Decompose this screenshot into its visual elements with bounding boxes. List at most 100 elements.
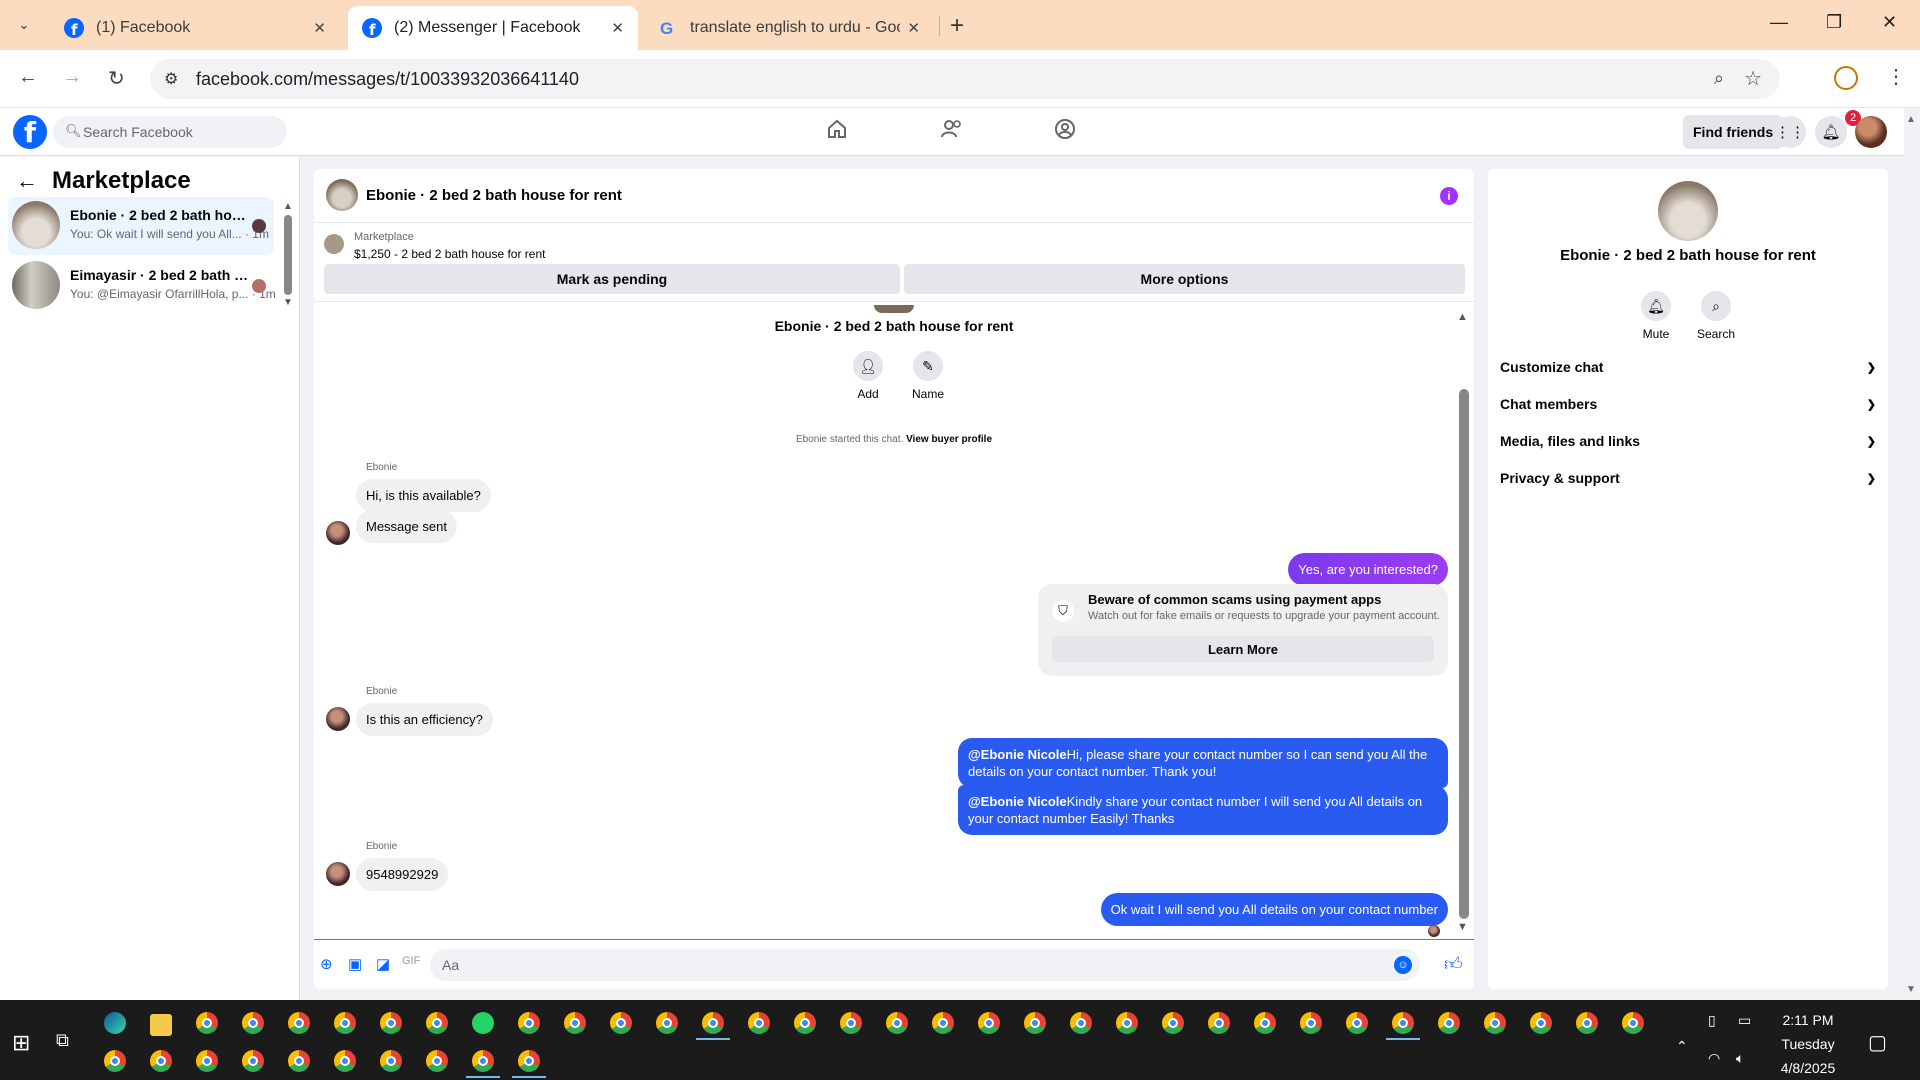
sender-avatar[interactable]: [326, 707, 350, 731]
conversation-item[interactable]: Ebonie · 2 bed 2 bath house ... You: Ok …: [8, 197, 274, 255]
chrome-icon[interactable]: [1070, 1012, 1092, 1034]
battery-icon[interactable]: ▭: [1738, 1012, 1751, 1029]
omnibox[interactable]: ⚙ facebook.com/messages/t/10033932036641…: [150, 59, 1780, 99]
chrome-icon[interactable]: [426, 1050, 448, 1072]
windows-start-icon[interactable]: ⊞: [12, 1030, 30, 1056]
chrome-icon[interactable]: [1254, 1012, 1276, 1034]
notification-center-icon[interactable]: ▢: [1868, 1030, 1887, 1055]
chat-scrollbar[interactable]: [1459, 389, 1469, 919]
speaker-icon[interactable]: 🔈︎: [1736, 1050, 1744, 1067]
photo-icon[interactable]: ▣: [348, 955, 362, 973]
chrome-icon[interactable]: [610, 1012, 632, 1034]
mention[interactable]: @Ebonie Nicole: [968, 747, 1067, 762]
chrome-icon[interactable]: [932, 1012, 954, 1034]
chrome-icon[interactable]: [196, 1050, 218, 1072]
facebook-logo-icon[interactable]: f: [13, 115, 47, 149]
device-icon[interactable]: ▯: [1708, 1012, 1716, 1029]
system-clock[interactable]: 2:11 PM Tuesday 4/8/2025: [1758, 1008, 1858, 1080]
reload-icon[interactable]: ↻: [108, 66, 125, 91]
chrome-icon[interactable]: [1116, 1012, 1138, 1034]
chrome-icon[interactable]: [1622, 1012, 1644, 1034]
chrome-icon[interactable]: [334, 1012, 356, 1034]
privacy-support-row[interactable]: Privacy & support ❯: [1500, 463, 1876, 493]
url-text[interactable]: facebook.com/messages/t/1003393203664114…: [196, 69, 579, 90]
chrome-icon[interactable]: [656, 1012, 678, 1034]
page-scrollbar[interactable]: ▲ ▼: [1906, 108, 1920, 1000]
new-tab-button[interactable]: +: [950, 12, 964, 40]
chrome-icon[interactable]: [1392, 1012, 1414, 1034]
chrome-icon[interactable]: [1530, 1012, 1552, 1034]
chat-scroll-up-arrow[interactable]: ▲: [1457, 311, 1468, 323]
chat-avatar[interactable]: [326, 179, 358, 211]
sender-avatar[interactable]: [326, 862, 350, 886]
close-tab-icon[interactable]: ✕: [907, 19, 920, 37]
chrome-icon[interactable]: [1208, 1012, 1230, 1034]
facebook-search-input[interactable]: 🔍︎ Search Facebook: [53, 116, 287, 148]
find-friends-button[interactable]: Find friends: [1683, 115, 1784, 149]
chrome-icon[interactable]: [702, 1012, 724, 1034]
search-action[interactable]: ⌕ Search: [1686, 291, 1746, 341]
name-chat-action[interactable]: ✎ Name: [898, 351, 958, 401]
chrome-icon[interactable]: [380, 1012, 402, 1034]
task-view-icon[interactable]: ⧉: [56, 1030, 69, 1051]
tab-google-translate[interactable]: G translate english to urdu - Goo ✕: [644, 6, 934, 50]
menu-grid-icon[interactable]: ⋮⋮: [1774, 116, 1806, 148]
mute-action[interactable]: 🔔︎ Mute: [1626, 291, 1686, 341]
tab-messenger[interactable]: f (2) Messenger | Facebook ✕: [348, 6, 638, 50]
bookmark-star-icon[interactable]: ☆: [1744, 66, 1762, 91]
emoji-icon[interactable]: ☺: [1394, 956, 1412, 974]
mention[interactable]: @Ebonie Nicole: [968, 794, 1067, 809]
learn-more-button[interactable]: Learn More: [1052, 636, 1434, 662]
gif-icon[interactable]: GIF: [402, 955, 420, 967]
chrome-icon[interactable]: [288, 1012, 310, 1034]
chat-scroll-down-arrow[interactable]: ▼: [1457, 921, 1468, 933]
chrome-icon[interactable]: [748, 1012, 770, 1034]
chrome-icon[interactable]: [472, 1050, 494, 1072]
wifi-icon[interactable]: ◠: [1708, 1050, 1720, 1067]
minimize-button[interactable]: —: [1770, 12, 1788, 33]
chrome-icon[interactable]: [334, 1050, 356, 1072]
chrome-icon[interactable]: [1024, 1012, 1046, 1034]
zoom-icon[interactable]: ⌕: [1714, 68, 1724, 89]
account-avatar[interactable]: [1855, 116, 1887, 148]
chrome-icon[interactable]: [794, 1012, 816, 1034]
friends-icon[interactable]: [940, 118, 964, 146]
tab-search-dropdown[interactable]: ⌄: [8, 10, 40, 40]
profile-icon[interactable]: [1054, 118, 1076, 146]
notifications-bell-icon[interactable]: 🔔︎: [1815, 116, 1847, 148]
chrome-icon[interactable]: [426, 1012, 448, 1034]
edge-icon[interactable]: [104, 1012, 126, 1034]
conversation-item[interactable]: Eimayasir · 2 bed 2 bath hou... You: @Ei…: [8, 257, 276, 315]
restore-button[interactable]: ❐: [1826, 12, 1842, 33]
chevron-up-icon[interactable]: ⌃: [1676, 1038, 1688, 1055]
chrome-icon[interactable]: [564, 1012, 586, 1034]
chrome-icon[interactable]: [150, 1050, 172, 1072]
browser-profile-icon[interactable]: [1834, 66, 1858, 90]
tab-facebook[interactable]: f (1) Facebook ✕: [50, 6, 340, 50]
chrome-icon[interactable]: [886, 1012, 908, 1034]
customize-chat-row[interactable]: Customize chat ❯: [1500, 352, 1876, 382]
view-buyer-profile-link[interactable]: View buyer profile: [906, 434, 992, 445]
chrome-icon[interactable]: [242, 1050, 264, 1072]
chrome-icon[interactable]: [196, 1012, 218, 1034]
sticker-icon[interactable]: ◪: [376, 955, 390, 973]
page-scroll-up-arrow[interactable]: ▲: [1906, 114, 1916, 125]
message-input[interactable]: Aa ☺: [430, 949, 1420, 981]
back-icon[interactable]: ←: [18, 66, 38, 89]
whatsapp-icon[interactable]: [472, 1012, 494, 1034]
page-scroll-down-arrow[interactable]: ▼: [1906, 984, 1916, 995]
listing-price-title[interactable]: $1,250 - 2 bed 2 bath house for rent: [354, 247, 545, 261]
info-icon[interactable]: i: [1440, 187, 1458, 205]
chrome-icon[interactable]: [1300, 1012, 1322, 1034]
chrome-icon[interactable]: [1576, 1012, 1598, 1034]
chrome-icon[interactable]: [978, 1012, 1000, 1034]
more-options-button[interactable]: More options: [904, 264, 1465, 294]
chrome-icon[interactable]: [1346, 1012, 1368, 1034]
details-avatar[interactable]: [1658, 181, 1718, 241]
chrome-icon[interactable]: [1162, 1012, 1184, 1034]
close-window-button[interactable]: ✕: [1882, 12, 1897, 33]
chrome-icon[interactable]: [840, 1012, 862, 1034]
chat-title[interactable]: Ebonie · 2 bed 2 bath house for rent: [366, 187, 622, 204]
chat-members-row[interactable]: Chat members ❯: [1500, 389, 1876, 419]
file-explorer-icon[interactable]: [150, 1014, 172, 1036]
